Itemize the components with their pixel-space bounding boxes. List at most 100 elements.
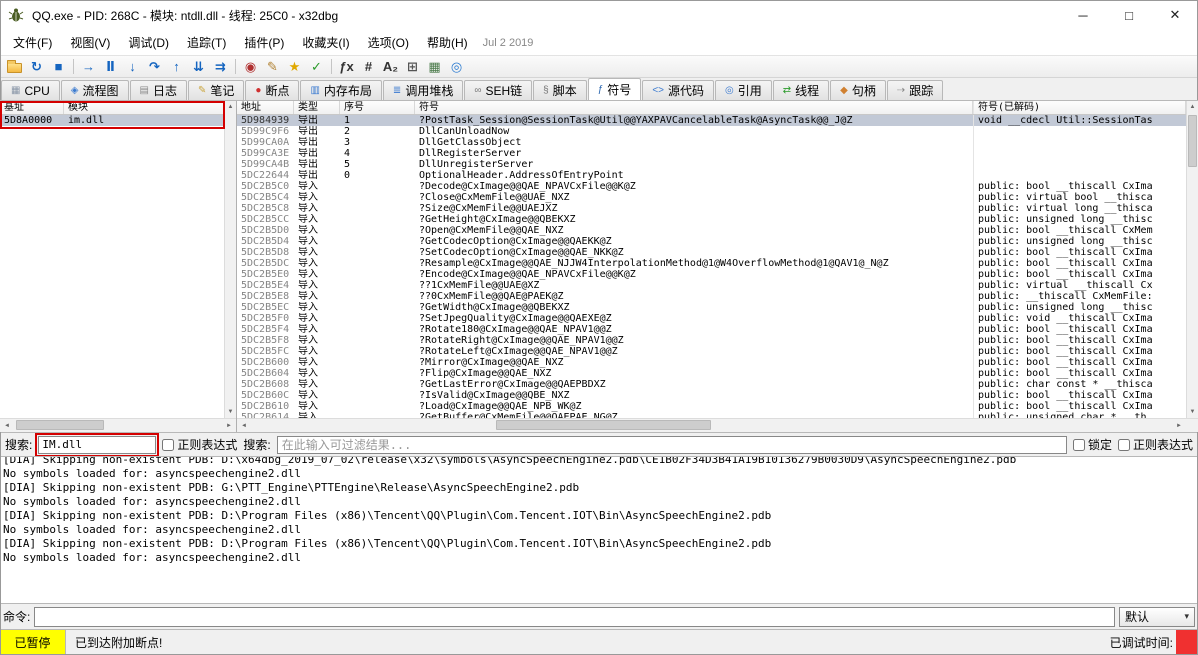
modules-hscrollbar[interactable]: ◄ ► (0, 418, 236, 432)
scrollbar-track[interactable] (225, 113, 236, 406)
module-row[interactable]: 5D8A0000im.dll (0, 115, 224, 126)
symbol-row[interactable]: 5DC2B608导入?GetLastError@CxImage@@QAEPBDX… (237, 379, 1186, 390)
symbols-column-header-3[interactable]: 符号 (415, 101, 973, 114)
tab-log[interactable]: ▤日志 (130, 80, 187, 100)
tab-script[interactable]: §脚本 (533, 80, 587, 100)
symbol-row[interactable]: 5DC2B5F8导入?RotateRight@CxImage@@QAE_NPAV… (237, 335, 1186, 346)
tab-notes[interactable]: ✎笔记 (188, 80, 244, 100)
minimize-button[interactable]: ─ (1060, 0, 1106, 30)
modules-column-header-0[interactable]: 基址 (0, 101, 64, 114)
symbol-row[interactable]: 5DC2B5C0导入?Decode@CxImage@@QAE_NPAVCxFil… (237, 181, 1186, 192)
titlebar[interactable]: QQ.exe - PID: 268C - 模块: ntdll.dll - 线程:… (0, 0, 1198, 30)
scrollbar-thumb[interactable] (1188, 115, 1197, 167)
menu-item-7[interactable]: 选项(O) (359, 31, 418, 54)
execute-till-return-icon[interactable]: ↑ (166, 57, 187, 77)
symbol-row[interactable]: 5DC2B5DC导入?Resample@CxImage@@QAE_NJJW4In… (237, 258, 1186, 269)
tab-graph[interactable]: ◈流程图 (61, 80, 129, 100)
scroll-down-icon[interactable]: ▼ (1187, 406, 1198, 418)
font-icon[interactable]: A₂ (380, 57, 401, 77)
modules-column-header-1[interactable]: 模块 (64, 101, 224, 114)
symbols-hscrollbar[interactable]: ◄ ► (237, 418, 1186, 432)
symbol-row[interactable]: 5DC2B5F0导入?SetJpegQuality@CxImage@@QAEXE… (237, 313, 1186, 324)
lock-checkbox[interactable] (1073, 439, 1085, 451)
symbol-row[interactable]: 5DC2B604导入?Flip@CxImage@@QAE_NXZpublic: … (237, 368, 1186, 379)
step-over-icon[interactable]: ↷ (144, 57, 165, 77)
symbol-row[interactable]: 5D99CA0A导出3DllGetClassObject (237, 137, 1186, 148)
memory-chip-icon[interactable]: ▦ (424, 57, 445, 77)
symbols-column-header-0[interactable]: 地址 (237, 101, 294, 114)
animate-into-icon[interactable]: ⇊ (188, 57, 209, 77)
symbol-row[interactable]: 5DC2B5C8导入?Size@CxMemFile@@UAEJXZpublic:… (237, 203, 1186, 214)
symbol-row[interactable]: 5DC2B5D8导入?SetCodecOption@CxImage@@QAE_N… (237, 247, 1186, 258)
tab-handles[interactable]: ◆句柄 (830, 80, 886, 100)
tab-references[interactable]: ◎引用 (715, 80, 772, 100)
command-input[interactable] (34, 607, 1115, 627)
symbols-column-header-4[interactable]: 符号(已解码) (973, 101, 1186, 114)
filter-input[interactable] (277, 436, 1067, 454)
maximize-button[interactable]: □ (1106, 0, 1152, 30)
symbol-row[interactable]: 5D984939导出1?PostTask_Session@SessionTask… (237, 115, 1186, 126)
tab-threads[interactable]: ⇄线程 (773, 80, 829, 100)
snowman-hash-icon[interactable]: # (358, 57, 379, 77)
command-profile-select[interactable]: 默认 ▾ (1119, 607, 1195, 627)
symbol-row[interactable]: 5DC2B5CC导入?GetHeight@CxImage@@QBEKXZpubl… (237, 214, 1186, 225)
regex-checkbox[interactable] (162, 439, 174, 451)
scrollbar-track[interactable] (1187, 113, 1198, 406)
scroll-up-icon[interactable]: ▲ (1187, 101, 1198, 113)
menu-item-5[interactable]: 插件(P) (235, 31, 293, 54)
step-into-icon[interactable]: ↓ (122, 57, 143, 77)
symbol-row[interactable]: 5DC2B600导入?Mirror@CxImage@@QAE_NXZpublic… (237, 357, 1186, 368)
scrollbar-track[interactable] (251, 419, 1172, 432)
symbols-vscrollbar[interactable]: ▲ ▼ (1186, 101, 1198, 418)
symbol-row[interactable]: 5DC2B5E0导入?Encode@CxImage@@QAE_NPAVCxFil… (237, 269, 1186, 280)
patch-icon[interactable]: ✎ (262, 57, 283, 77)
tab-memory-map[interactable]: ▥内存布局 (300, 80, 381, 100)
check-icon[interactable]: ✓ (306, 57, 327, 77)
modules-vscrollbar[interactable]: ▲ ▼ (224, 101, 236, 418)
scroll-left-icon[interactable]: ◄ (0, 419, 14, 432)
attach-icon[interactable]: ◉ (240, 57, 261, 77)
symbol-row[interactable]: 5DC2B5E8导入??0CxMemFile@@QAE@PAEK@Zpublic… (237, 291, 1186, 302)
tab-symbols[interactable]: ƒ符号 (588, 78, 642, 100)
menu-item-8[interactable]: 帮助(H) (418, 31, 477, 54)
run-icon[interactable]: → (78, 57, 99, 77)
symbol-row[interactable]: 5DC2B5EC导入?GetWidth@CxImage@@QBEKXZpubli… (237, 302, 1186, 313)
assemble-fx-icon[interactable]: ƒx (336, 57, 357, 77)
pause-icon[interactable]: Ⅱ (100, 57, 121, 77)
calculator-icon[interactable]: ⊞ (402, 57, 423, 77)
close-icon[interactable]: ■ (48, 57, 69, 77)
symbol-row[interactable]: 5DC2B610导入?Load@CxImage@@QAE_NPB_WK@Zpub… (237, 401, 1186, 412)
regex2-checkbox[interactable] (1118, 439, 1130, 451)
tab-trace[interactable]: ⇢跟踪 (887, 80, 943, 100)
symbol-row[interactable]: 5D99C9F6导出2DllCanUnloadNow (237, 126, 1186, 137)
menu-item-2[interactable]: 视图(V) (61, 31, 119, 54)
symbols-column-header-1[interactable]: 类型 (294, 101, 340, 114)
menu-item-6[interactable]: 收藏夹(I) (293, 31, 358, 54)
symbol-row[interactable]: 5DC2B5F4导入?Rotate180@CxImage@@QAE_NPAV1@… (237, 324, 1186, 335)
close-button[interactable]: ✕ (1152, 0, 1198, 30)
menu-item-3[interactable]: 调试(D) (119, 31, 178, 54)
restart-icon[interactable]: ↻ (26, 57, 47, 77)
menu-item-4[interactable]: 追踪(T) (178, 31, 235, 54)
symbol-row[interactable]: 5DC2B5FC导入?RotateLeft@CxImage@@QAE_NPAV1… (237, 346, 1186, 357)
symbol-row[interactable]: 5DC2B5D4导入?GetCodecOption@CxImage@@QAEKK… (237, 236, 1186, 247)
symbol-row[interactable]: 5DC2B5D0导入?Open@CxMemFile@@QAE_NXZpublic… (237, 225, 1186, 236)
globe-icon[interactable]: ◎ (446, 57, 467, 77)
tab-cpu[interactable]: ▦CPU (1, 80, 60, 100)
scroll-up-icon[interactable]: ▲ (225, 101, 236, 113)
scrollbar-thumb[interactable] (496, 420, 711, 430)
symbol-row[interactable]: 5D99CA4B导出5DllUnregisterServer (237, 159, 1186, 170)
favourites-icon[interactable]: ★ (284, 57, 305, 77)
scrollbar-thumb[interactable] (16, 420, 104, 430)
symbol-row[interactable]: 5DC2B5E4导入??1CxMemFile@@UAE@XZpublic: vi… (237, 280, 1186, 291)
animate-over-icon[interactable]: ⇉ (210, 57, 231, 77)
scroll-down-icon[interactable]: ▼ (225, 406, 236, 418)
tab-seh[interactable]: ∞SEH链 (464, 80, 532, 100)
search-input[interactable] (38, 436, 156, 454)
scrollbar-track[interactable] (14, 419, 222, 432)
symbol-row[interactable]: 5D99CA3E导出4DllRegisterServer (237, 148, 1186, 159)
tab-call-stack[interactable]: ≣调用堆栈 (383, 80, 463, 100)
scroll-left-icon[interactable]: ◄ (237, 419, 251, 432)
scroll-right-icon[interactable]: ► (222, 419, 236, 432)
tab-source[interactable]: <>源代码 (642, 80, 714, 100)
